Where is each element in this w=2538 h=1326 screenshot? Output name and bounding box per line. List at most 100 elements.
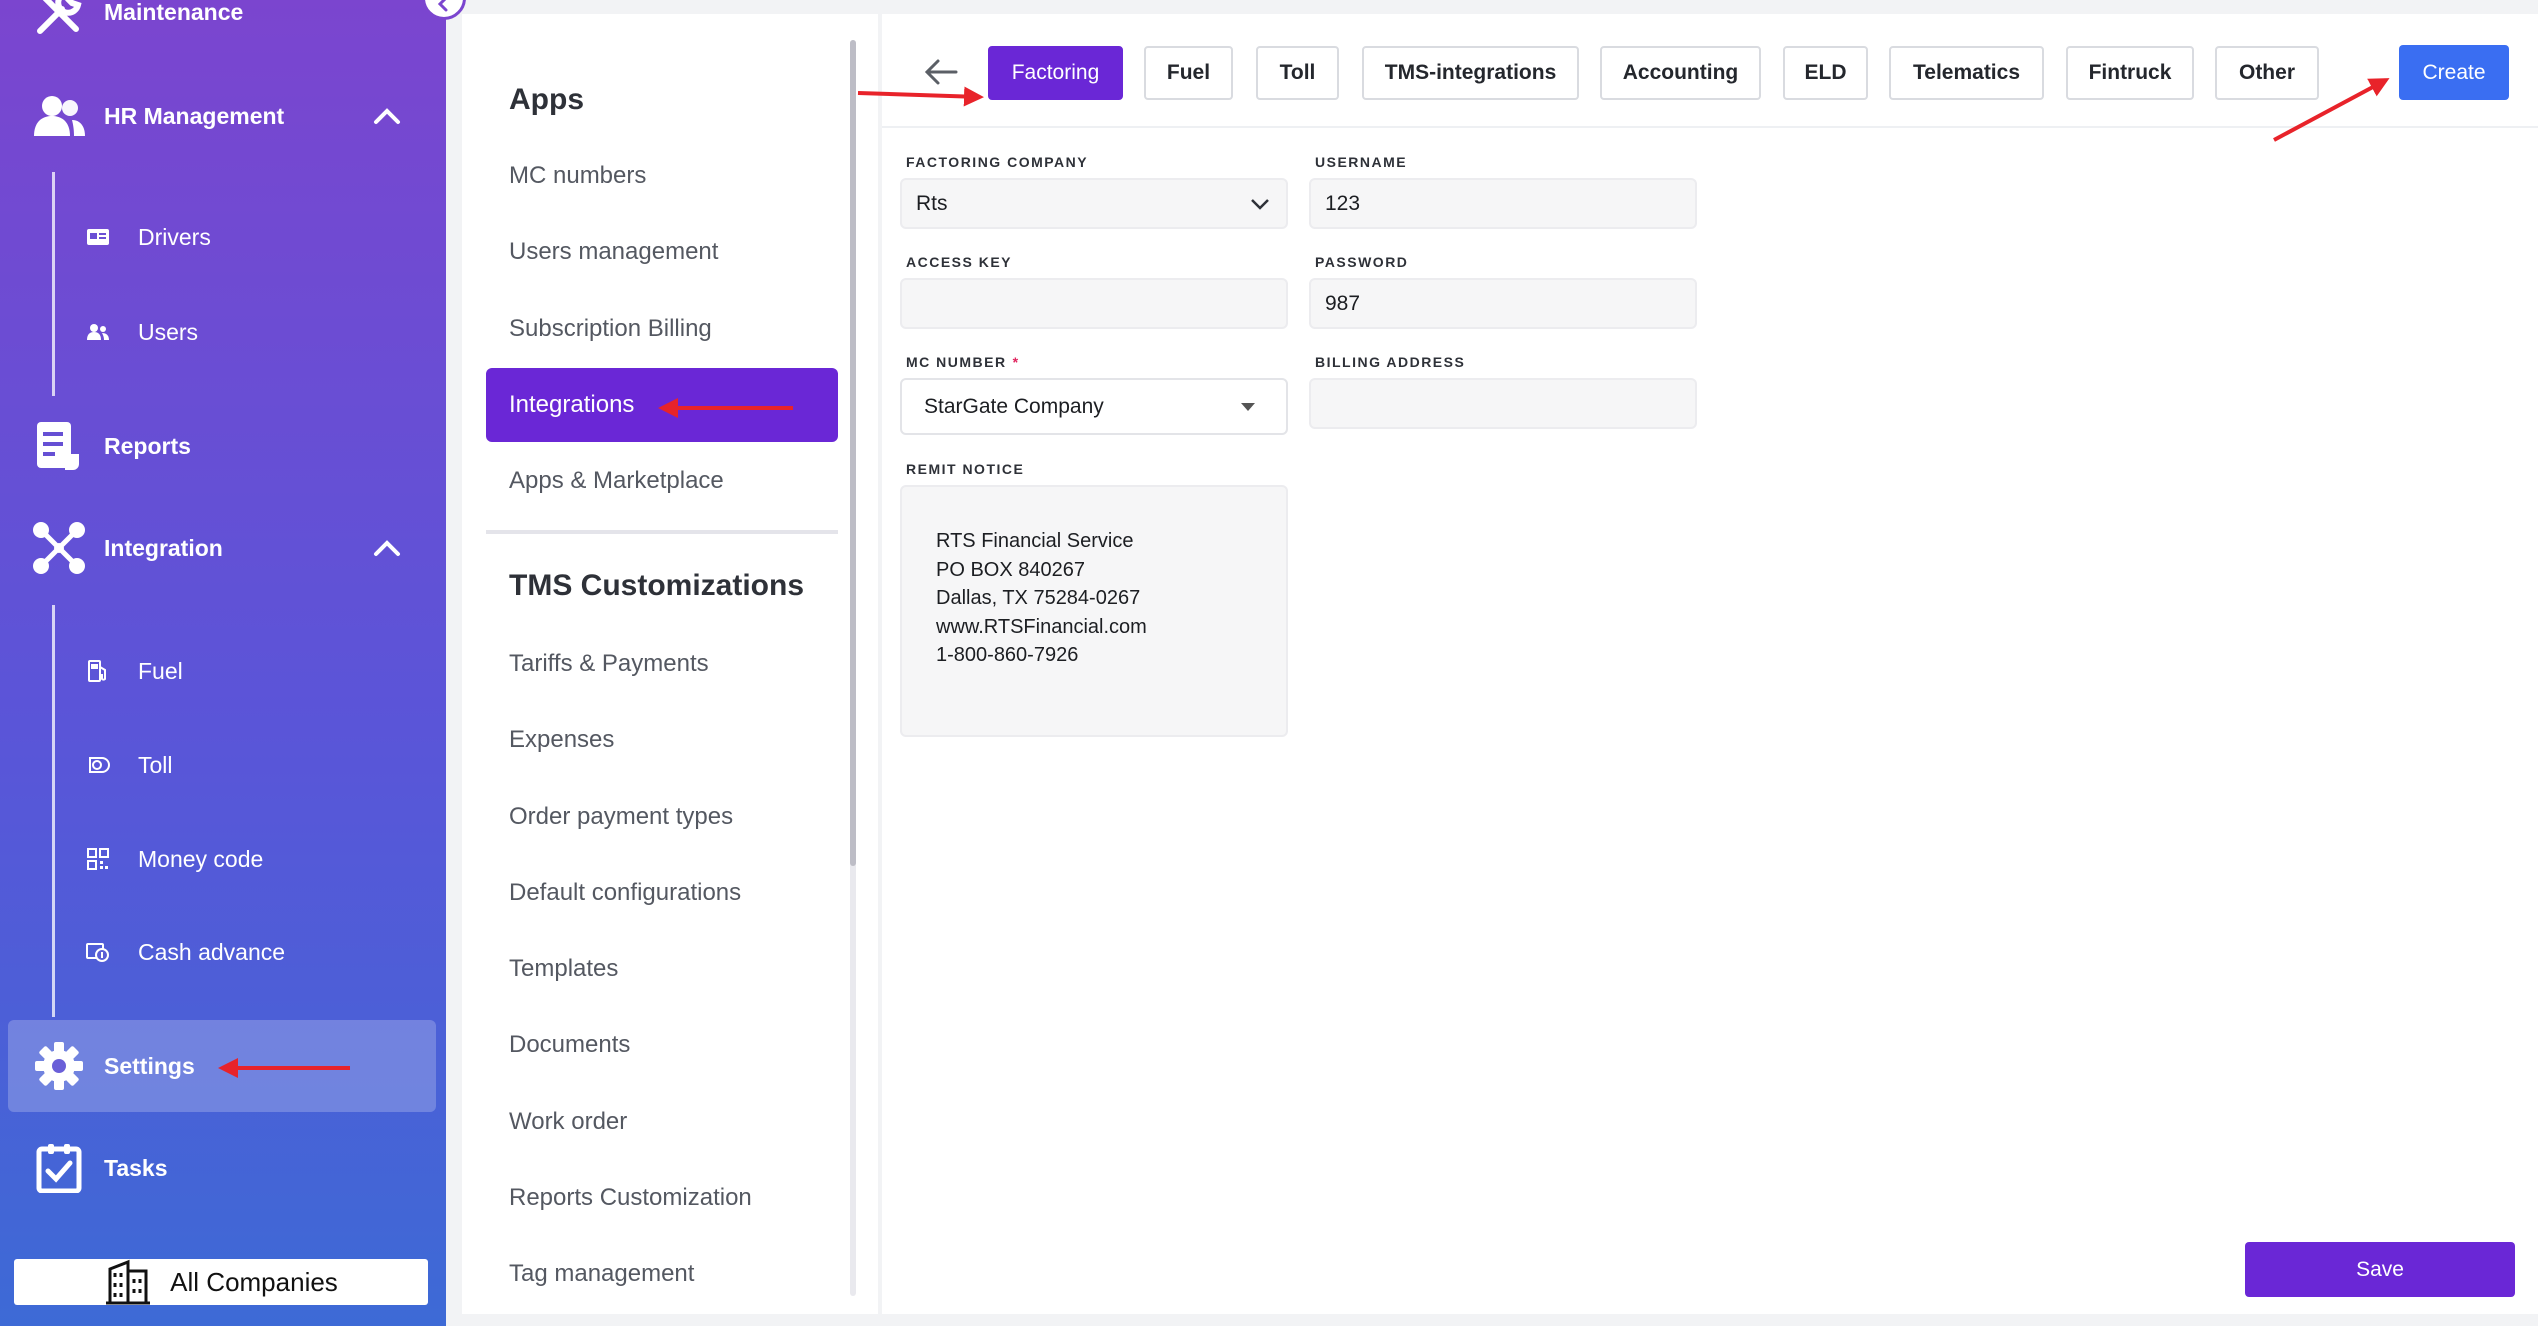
menu-item-tariffs-payments[interactable]: Tariffs & Payments (486, 627, 838, 701)
menu-item-reports-customization[interactable]: Reports Customization (486, 1161, 838, 1235)
billing-address-label: BILLING ADDRESS (1315, 354, 1466, 370)
factoring-company-label: FACTORING COMPANY (906, 154, 1089, 170)
nav-label-hr-management: HR Management (104, 102, 285, 129)
factoring-company-value: Rts (916, 191, 948, 215)
menu-item-apps-marketplace[interactable]: Apps & Marketplace (486, 444, 838, 518)
remit-notice-line: www.RTSFinancial.com (936, 615, 1147, 638)
network-icon (28, 517, 90, 579)
nav-item-maintenance[interactable]: Maintenance (8, 0, 436, 58)
clipboard-check-icon (28, 1137, 90, 1199)
nav-item-settings[interactable]: Settings (8, 1020, 436, 1112)
nav-label-maintenance: Maintenance (104, 0, 244, 25)
chevron-down-icon (1248, 192, 1272, 216)
sidebar: Maintenance HR Management Drivers Users (0, 0, 466, 1326)
tab-tms-integrations[interactable]: TMS-integrations (1362, 46, 1579, 100)
caret-down-icon (1236, 395, 1260, 419)
building-icon (106, 1259, 151, 1305)
menu-item-subscription-billing[interactable]: Subscription Billing (486, 292, 838, 366)
save-button[interactable]: Save (2245, 1242, 2515, 1297)
menu-item-users-management[interactable]: Users management (486, 215, 838, 289)
sidebar-item-label: Drivers (138, 223, 211, 250)
nav-item-reports[interactable]: Reports (8, 400, 436, 492)
tab-fintruck[interactable]: Fintruck (2066, 46, 2194, 100)
sidebar-item-label: Fuel (138, 657, 183, 684)
mc-number-select[interactable]: StarGate Company (900, 378, 1288, 435)
chevron-up-icon[interactable] (370, 99, 404, 133)
sidebar-item-label: Toll (138, 751, 173, 778)
remit-notice-line: PO BOX 840267 (936, 558, 1085, 581)
username-value: 123 (1325, 191, 1361, 215)
access-key-label: ACCESS KEY (906, 254, 1013, 270)
sidebar-item-label: Money code (138, 845, 264, 872)
access-key-field[interactable] (900, 278, 1288, 329)
tab-toll[interactable]: Toll (1256, 46, 1339, 100)
all-companies-button[interactable]: All Companies (14, 1259, 428, 1305)
settings-menu-scrollbar[interactable] (850, 40, 856, 1296)
cash-icon (84, 938, 112, 966)
create-button[interactable]: Create (2399, 45, 2509, 100)
mc-number-label-text: MC NUMBER (906, 354, 1007, 370)
menu-heading-tms-customizations: TMS Customizations (509, 569, 805, 602)
menu-item-work-order[interactable]: Work order (486, 1085, 838, 1159)
sidebar-item-drivers[interactable]: Drivers (84, 207, 424, 267)
nav-label-reports: Reports (104, 432, 191, 459)
tab-telematics[interactable]: Telematics (1889, 46, 2044, 100)
nav-label-tasks: Tasks (104, 1154, 168, 1181)
all-companies-label: All Companies (170, 1266, 338, 1297)
hr-submenu-line (52, 172, 55, 396)
tab-factoring[interactable]: Factoring (988, 46, 1123, 100)
document-icon (28, 415, 90, 477)
menu-heading-apps: Apps (509, 83, 584, 116)
remit-notice-line: Dallas, TX 75284-0267 (936, 587, 1141, 609)
back-button[interactable] (920, 52, 962, 92)
remit-notice-label: REMIT NOTICE (906, 461, 1025, 477)
username-label: USERNAME (1315, 154, 1408, 170)
menu-item-default-configurations[interactable]: Default configurations (486, 856, 838, 930)
password-label: PASSWORD (1315, 254, 1409, 270)
tab-eld[interactable]: ELD (1783, 46, 1868, 100)
remit-notice-textarea[interactable]: RTS Financial Service PO BOX 840267 Dall… (900, 485, 1288, 737)
scrollbar-thumb[interactable] (850, 40, 856, 866)
menu-item-integrations[interactable]: Integrations (486, 368, 838, 442)
menu-item-order-payment-types[interactable]: Order payment types (486, 780, 838, 854)
nav-item-tasks[interactable]: Tasks (8, 1122, 436, 1214)
username-field[interactable]: 123 (1309, 178, 1697, 229)
nav-label-settings: Settings (104, 1052, 195, 1079)
mc-number-value: StarGate Company (924, 394, 1104, 418)
id-card-icon (84, 223, 112, 251)
chevron-up-icon[interactable] (370, 531, 404, 565)
mc-number-label: MC NUMBER * (906, 354, 1020, 370)
sidebar-item-cash-advance[interactable]: Cash advance (84, 922, 424, 982)
menu-item-expenses[interactable]: Expenses (486, 703, 838, 777)
menu-divider (486, 530, 838, 534)
tab-accounting[interactable]: Accounting (1600, 46, 1761, 100)
sidebar-item-fuel[interactable]: Fuel (84, 641, 424, 701)
users-icon (84, 318, 112, 346)
sidebar-item-label: Cash advance (138, 938, 286, 965)
factoring-company-select[interactable]: Rts (900, 178, 1288, 229)
fuel-pump-icon (84, 657, 112, 685)
remit-notice-line: RTS Financial Service (936, 530, 1134, 552)
chevron-left-icon (437, 0, 448, 12)
nav-item-integration[interactable]: Integration (8, 502, 436, 594)
menu-item-tag-management[interactable]: Tag management (486, 1237, 838, 1311)
menu-item-documents[interactable]: Documents (486, 1008, 838, 1082)
nav-item-hr-management[interactable]: HR Management (8, 70, 436, 162)
gear-icon (28, 1035, 90, 1097)
tab-fuel[interactable]: Fuel (1144, 46, 1233, 100)
menu-item-templates[interactable]: Templates (486, 932, 838, 1006)
toll-icon (84, 751, 112, 779)
sidebar-item-money-code[interactable]: Money code (84, 829, 424, 889)
people-icon (28, 85, 90, 147)
password-value: 987 (1325, 291, 1361, 315)
required-asterisk: * (1012, 354, 1020, 370)
integration-submenu-line (52, 605, 55, 1017)
sidebar-item-toll[interactable]: Toll (84, 735, 424, 795)
tab-other[interactable]: Other (2215, 46, 2319, 100)
menu-item-mc-numbers[interactable]: MC numbers (486, 139, 838, 213)
sidebar-item-label: Users (138, 318, 199, 345)
password-field[interactable]: 987 (1309, 278, 1697, 329)
billing-address-field[interactable] (1309, 378, 1697, 429)
qr-code-icon (84, 845, 112, 873)
sidebar-item-users[interactable]: Users (84, 302, 424, 362)
